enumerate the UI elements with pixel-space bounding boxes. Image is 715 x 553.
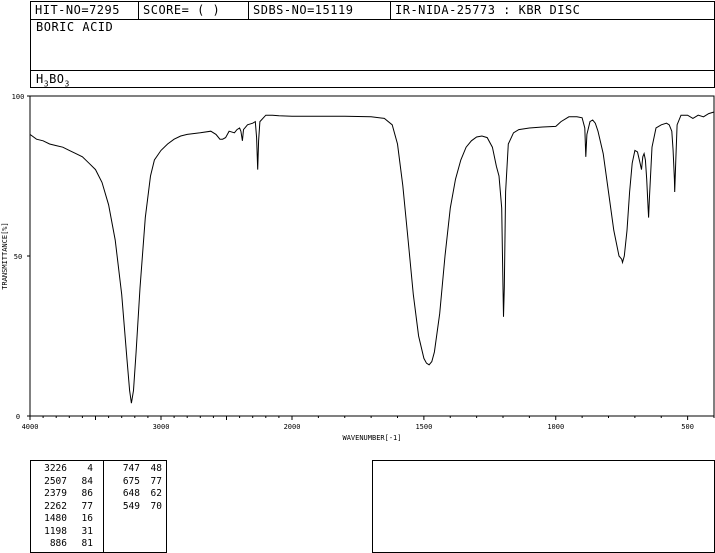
y-axis-title: TRANSMITTANCE[%] — [1, 222, 9, 289]
empty-info-panel — [372, 460, 715, 553]
peak-transmittance: 70 — [150, 500, 162, 512]
x-axis-title: WAVENUMBER[-1] — [342, 434, 401, 442]
peak-row: 1198 31 — [31, 526, 103, 538]
peak-transmittance: 77 — [81, 500, 93, 512]
peak-wavenumber: 886 — [49, 538, 67, 549]
peak-row: 648 62 — [104, 488, 168, 500]
x-tick-label: 4000 — [22, 423, 39, 431]
ir-spectrum-chart: 0 50 100 4000 3000 2000 1500 1000 500 WAVENUMBE… — [1, 93, 715, 442]
peak-transmittance: 4 — [87, 463, 93, 474]
peak-row: 549 70 — [104, 501, 168, 513]
x-tick-label: 500 — [681, 423, 694, 431]
y-tick-label: 0 — [16, 413, 20, 421]
y-axis-ticks: 0 50 100 — [12, 93, 30, 421]
peak-wavenumber: 747 — [122, 463, 140, 474]
y-tick-label: 50 — [14, 253, 22, 261]
peak-table: 3226 4 2507 84 2379 86 2262 77 1480 16 1198 31 886 81… — [30, 460, 167, 553]
peak-transmittance: 81 — [81, 538, 93, 549]
peak-transmittance: 31 — [81, 525, 93, 537]
peak-wavenumber: 2379 — [44, 488, 67, 499]
x-axis-ticks: 4000 3000 2000 1500 1000 500 — [22, 416, 715, 431]
peak-wavenumber: 1198 — [44, 525, 67, 537]
peak-wavenumber: 3226 — [44, 463, 67, 474]
peak-transmittance: 86 — [81, 488, 93, 499]
peak-transmittance: 16 — [81, 513, 93, 524]
x-tick-label: 3000 — [153, 423, 170, 431]
peak-row: 675 77 — [104, 476, 168, 488]
peak-wavenumber: 2262 — [44, 500, 67, 512]
peak-row: 3226 4 — [31, 463, 103, 475]
peak-transmittance: 84 — [81, 475, 93, 487]
peak-wavenumber: 2507 — [44, 475, 67, 487]
y-tick-label: 100 — [12, 93, 25, 101]
peak-wavenumber: 675 — [122, 475, 140, 487]
x-tick-label: 1000 — [547, 423, 564, 431]
peak-transmittance: 48 — [150, 463, 162, 474]
peak-transmittance: 62 — [150, 488, 162, 499]
peak-row: 886 81 — [31, 538, 103, 550]
peak-row: 2507 84 — [31, 476, 103, 488]
peak-wavenumber: 1480 — [44, 513, 67, 524]
peak-wavenumber: 648 — [122, 488, 140, 499]
peak-transmittance: 77 — [150, 475, 162, 487]
peak-row: 747 48 — [104, 463, 168, 475]
peak-row: 1480 16 — [31, 513, 103, 525]
peak-wavenumber: 549 — [122, 500, 140, 512]
peak-row: 2379 86 — [31, 488, 103, 500]
x-tick-label: 1500 — [415, 423, 432, 431]
peak-row: 2262 77 — [31, 501, 103, 513]
transmittance-series — [29, 111, 715, 404]
plot-frame — [29, 95, 715, 417]
x-tick-label: 2000 — [284, 423, 301, 431]
